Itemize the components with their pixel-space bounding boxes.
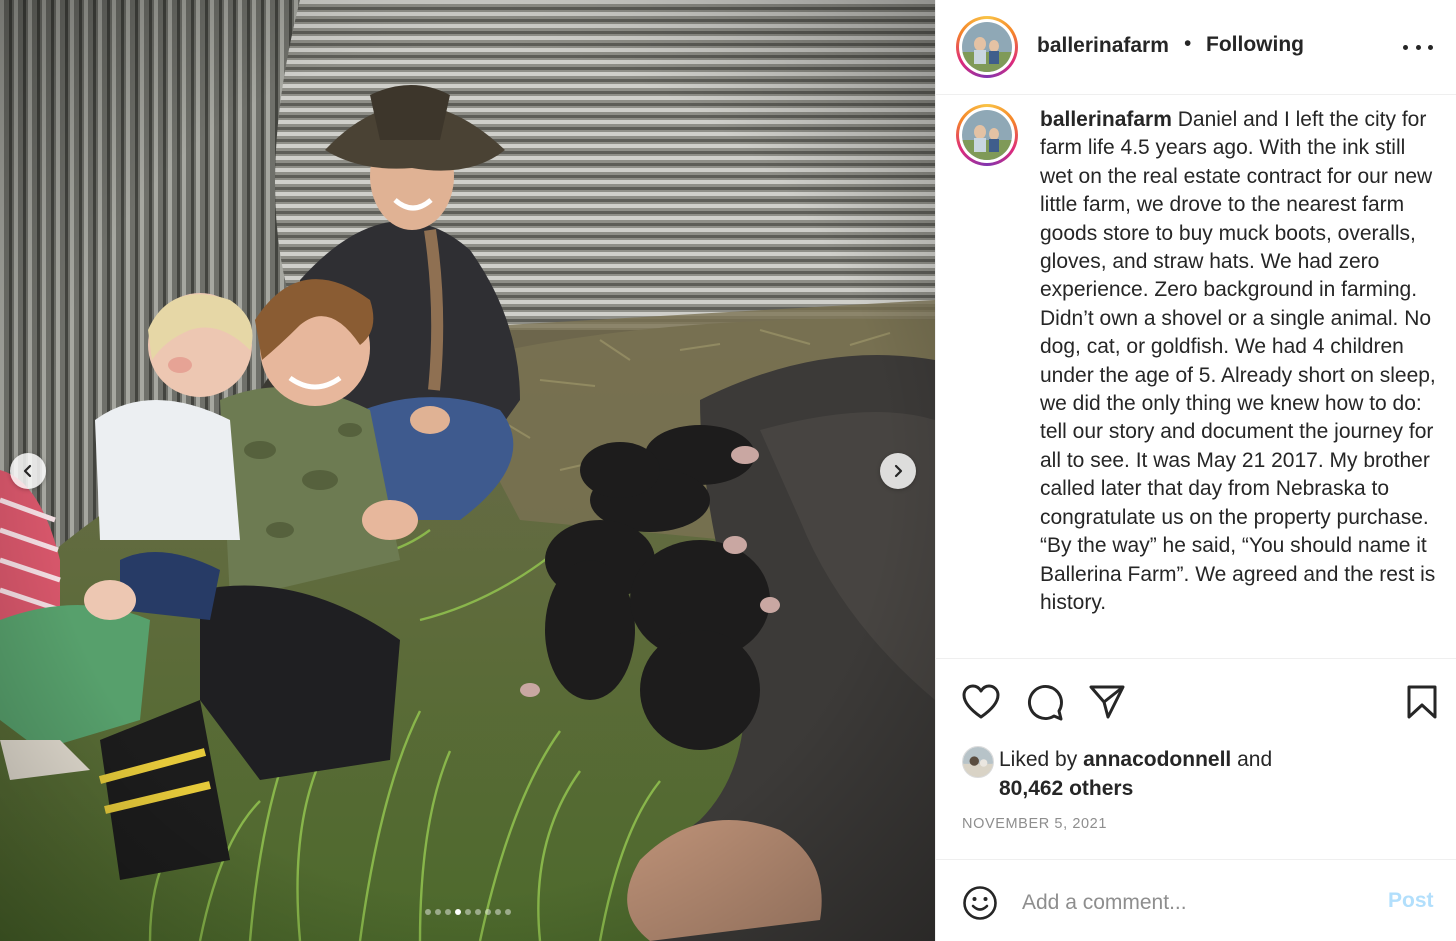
caption-username[interactable]: ballerinafarm: [1040, 108, 1172, 131]
likes-prefix: Liked by: [999, 748, 1084, 771]
post-actions: Liked by annacodonnell and 80,462 others…: [936, 660, 1456, 860]
bookmark-icon[interactable]: [1406, 684, 1438, 720]
carousel-dot: [504, 909, 511, 915]
liker-username[interactable]: annacodonnell: [1083, 748, 1231, 771]
liker-avatar[interactable]: [962, 746, 994, 778]
caption-text: Daniel and I left the city for farm life…: [1040, 108, 1436, 614]
likes-count[interactable]: 80,462 others: [999, 777, 1133, 800]
more-horizontal-icon[interactable]: [1403, 42, 1433, 52]
avatar-photo-icon: [962, 22, 1012, 72]
comment-bar: Post: [936, 861, 1456, 941]
emoji-smile-icon[interactable]: [962, 885, 998, 921]
caption-area: ballerinafarm Daniel and I left the city…: [936, 96, 1456, 659]
likes-suffix: and: [1231, 748, 1273, 771]
carousel-dot: [454, 909, 461, 915]
post-caption: ballerinafarm Daniel and I left the city…: [1040, 106, 1440, 617]
chevron-right-icon: [894, 464, 903, 478]
carousel-dot: [494, 909, 501, 915]
carousel-prev-button[interactable]: [10, 453, 46, 489]
likes-summary: Liked by annacodonnell and 80,462 others: [999, 746, 1429, 803]
post-header: ballerinafarm • Following: [936, 0, 1456, 95]
post-date[interactable]: NOVEMBER 5, 2021: [962, 816, 1107, 832]
comment-input[interactable]: [1022, 883, 1362, 923]
carousel-dot: [434, 909, 441, 915]
author-username[interactable]: ballerinafarm: [1037, 34, 1169, 58]
avatar-photo-icon: [962, 110, 1012, 160]
comment-bubble-icon[interactable]: [1026, 684, 1064, 722]
carousel-dot: [444, 909, 451, 915]
post-media: [0, 0, 935, 941]
heart-icon[interactable]: [962, 684, 1000, 720]
carousel-indicator: [0, 909, 935, 915]
chevron-left-icon: [23, 464, 32, 478]
carousel-dot: [474, 909, 481, 915]
post-side-panel: ballerinafarm • Following ballerinafarm …: [935, 0, 1456, 941]
caption-author-avatar[interactable]: [956, 104, 1018, 166]
carousel-dot: [484, 909, 491, 915]
carousel-next-button[interactable]: [880, 453, 916, 489]
post-comment-button[interactable]: Post: [1388, 889, 1434, 913]
header-separator: •: [1184, 32, 1192, 55]
author-avatar[interactable]: [956, 16, 1018, 78]
paper-plane-icon[interactable]: [1088, 684, 1126, 720]
carousel-dot: [424, 909, 431, 915]
post-photo: [0, 0, 935, 941]
carousel-dot: [464, 909, 471, 915]
following-button[interactable]: Following: [1206, 33, 1304, 57]
